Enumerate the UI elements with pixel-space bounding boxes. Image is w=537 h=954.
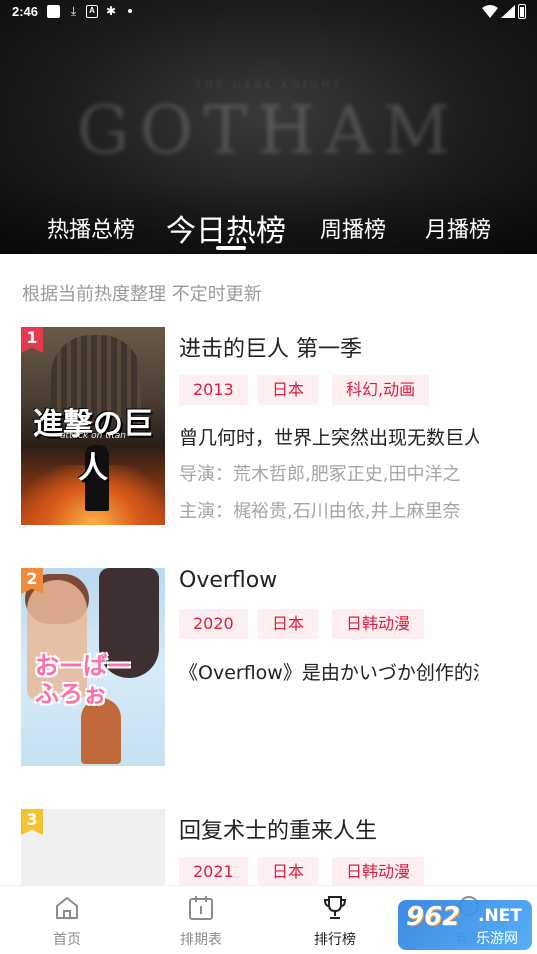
- poster-logo: 進撃の巨人: [33, 407, 153, 486]
- tag-region: 日本: [258, 857, 319, 887]
- notification-square-icon: [47, 5, 60, 18]
- notification-dot-icon: [128, 9, 132, 13]
- tag-year: 2021: [179, 857, 248, 887]
- nav-ranking-label: 排行榜: [314, 932, 356, 948]
- ranking-tabs: 热播总榜 今日热榜 周播榜 月播榜: [0, 200, 537, 254]
- trophy-icon: [323, 896, 347, 919]
- tag-region: 日本: [258, 609, 319, 639]
- active-tab-indicator: [216, 246, 246, 250]
- status-bar: 2:46 ⤓ A ✱: [0, 0, 537, 24]
- tag-region: 日本: [258, 375, 319, 405]
- item-title[interactable]: Overflow: [179, 568, 277, 593]
- poster-image[interactable]: おーばー ふろぉ 2: [21, 568, 165, 766]
- tab-total-hot[interactable]: 热播总榜: [47, 212, 135, 244]
- calendar-icon: [189, 896, 213, 920]
- tab-today-hot[interactable]: 今日热榜: [166, 206, 286, 250]
- poster-logo-sub: attack on titan: [60, 431, 126, 441]
- banner-background-subtext: THE DARK KNIGHT: [194, 80, 343, 91]
- a-badge-icon: A: [86, 5, 98, 18]
- nav-schedule[interactable]: 排期表: [151, 886, 251, 954]
- bug-icon: ✱: [106, 4, 117, 18]
- nav-schedule-label: 排期表: [180, 932, 222, 948]
- poster-image[interactable]: 進撃の巨人 attack on titan 1: [21, 327, 165, 525]
- item-director: 导演：荒木哲郎,肥冢正史,田中洋之: [179, 464, 461, 485]
- item-description: 《Overflow》是由かいづか创作的漫画: [179, 662, 479, 684]
- ranking-subtitle: 根据当前热度整理 不定时更新: [22, 284, 262, 305]
- wifi-icon: [482, 5, 498, 18]
- battery-icon: [518, 4, 526, 19]
- status-time: 2:46: [12, 4, 39, 19]
- nav-ranking[interactable]: 排行榜: [285, 886, 385, 954]
- list-item[interactable]: おーばー ふろぉ 2 Overflow 2020 日本 日韩动漫 《Overfl…: [0, 568, 537, 768]
- banner-background-title: GOTHAM: [76, 92, 461, 169]
- item-title[interactable]: 进击的巨人 第一季: [179, 331, 362, 363]
- tag-genre: 日韩动漫: [332, 857, 425, 887]
- rank-badge: 1: [21, 327, 43, 353]
- download-icon: ⤓: [70, 4, 77, 18]
- nav-home[interactable]: 首页: [17, 886, 117, 954]
- item-cast: 主演：梶裕贵,石川由依,井上麻里奈: [179, 501, 461, 522]
- poster-logo: おーばー ふろぉ: [35, 652, 131, 708]
- poster-image[interactable]: 3: [21, 809, 165, 885]
- list-item[interactable]: 3 回复术士的重来人生 2021 日本 日韩动漫: [0, 809, 537, 889]
- nav-home-label: 首页: [53, 932, 81, 948]
- header-banner: THE DARK KNIGHT GOTHAM 2:46 ⤓ A ✱ 热播总榜 今…: [0, 0, 537, 254]
- tab-weekly[interactable]: 周播榜: [320, 212, 386, 244]
- list-item[interactable]: 進撃の巨人 attack on titan 1 进击的巨人 第一季 2013 日…: [0, 327, 537, 527]
- rank-badge: 3: [21, 809, 43, 835]
- tag-year: 2013: [179, 375, 248, 405]
- signal-icon: [501, 5, 515, 18]
- watermark-logo: 962 .NET 乐游网: [398, 900, 532, 950]
- home-icon: [56, 897, 78, 919]
- item-title[interactable]: 回复术士的重来人生: [179, 813, 377, 845]
- item-description: 曾几何时，世界上突然出现无数巨人: [179, 427, 479, 449]
- tag-year: 2020: [179, 609, 248, 639]
- tab-monthly[interactable]: 月播榜: [425, 212, 491, 244]
- tag-genre: 科幻,动画: [332, 375, 430, 405]
- tag-genre: 日韩动漫: [332, 609, 425, 639]
